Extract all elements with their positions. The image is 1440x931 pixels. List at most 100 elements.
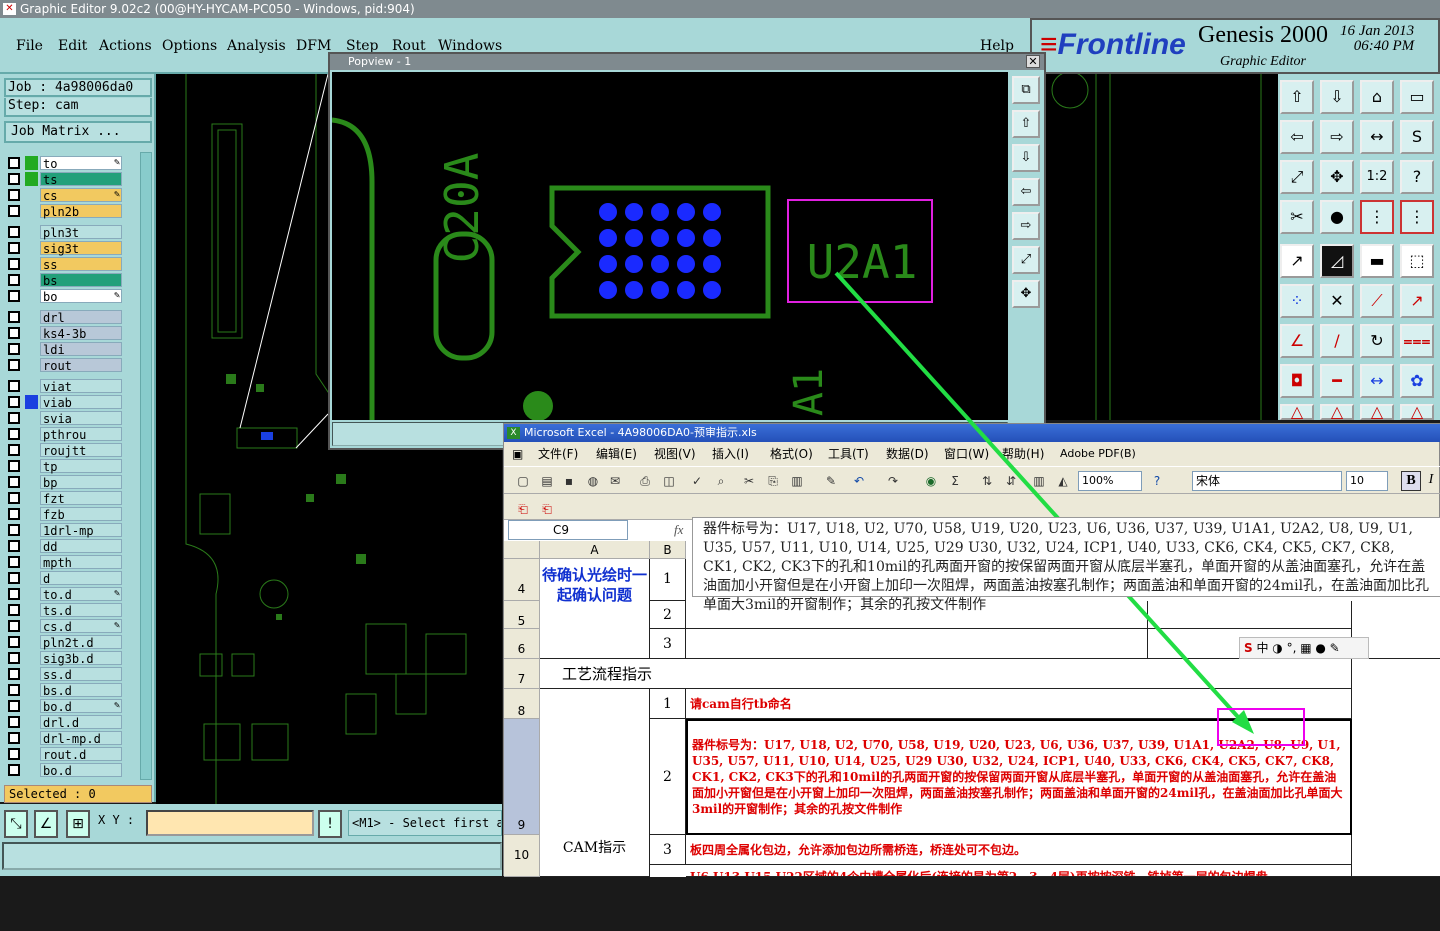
layer-name[interactable]: dd bbox=[40, 539, 122, 554]
layer-row[interactable]: dd bbox=[8, 539, 122, 554]
layer-checkbox[interactable] bbox=[8, 173, 20, 185]
layer-name[interactable]: bo bbox=[40, 289, 122, 304]
layer-checkbox[interactable] bbox=[8, 508, 20, 520]
layer-color-swatch[interactable] bbox=[25, 683, 38, 697]
layer-row[interactable]: sig3t bbox=[8, 241, 122, 256]
cut-icon[interactable]: ✂ bbox=[740, 472, 758, 490]
layer-name[interactable]: ss.d bbox=[40, 667, 122, 682]
layer-color-swatch[interactable] bbox=[25, 326, 38, 340]
layer-color-swatch[interactable] bbox=[25, 667, 38, 681]
angle-icon[interactable]: ∠ bbox=[1280, 324, 1314, 358]
layer-checkbox[interactable] bbox=[8, 620, 20, 632]
layer-row[interactable]: bo ✎ bbox=[8, 289, 122, 304]
layer-name[interactable]: ts bbox=[40, 172, 122, 187]
move-left-tool-icon[interactable]: ⇦ bbox=[1280, 120, 1314, 154]
rotate-icon[interactable]: ↻ bbox=[1360, 324, 1394, 358]
layer-row[interactable]: sig3b.d bbox=[8, 651, 122, 666]
layer-name[interactable]: rout bbox=[40, 358, 122, 373]
layer-color-swatch[interactable] bbox=[25, 699, 38, 713]
layer-name[interactable]: sig3t bbox=[40, 241, 122, 256]
layer-color-swatch[interactable] bbox=[25, 289, 38, 303]
layer-row[interactable]: viat bbox=[8, 379, 122, 394]
line-icon[interactable]: ⟋ bbox=[1360, 284, 1394, 318]
layer-name[interactable]: drl-mp.d bbox=[40, 731, 122, 746]
layer-name[interactable]: fzb bbox=[40, 507, 122, 522]
home-tool-icon[interactable]: ⌂ bbox=[1360, 80, 1394, 114]
layer-checkbox[interactable] bbox=[8, 205, 20, 217]
menu-actions[interactable]: Actions bbox=[99, 38, 152, 54]
layer-row[interactable]: cs ✎ bbox=[8, 188, 122, 203]
layer-row[interactable]: mpth bbox=[8, 555, 122, 570]
layer-checkbox[interactable] bbox=[8, 748, 20, 760]
font-name-select[interactable]: 宋体 bbox=[1192, 471, 1342, 491]
popview-down-icon[interactable]: ⇩ bbox=[1012, 144, 1040, 172]
cell-b6[interactable]: 3 bbox=[650, 629, 686, 659]
layer-checkbox[interactable] bbox=[8, 556, 20, 568]
open-icon[interactable]: ▤ bbox=[538, 472, 556, 490]
layer-checkbox[interactable] bbox=[8, 732, 20, 744]
layer-color-swatch[interactable] bbox=[25, 156, 38, 170]
layer-color-swatch[interactable] bbox=[25, 747, 38, 761]
layer-checkbox[interactable] bbox=[8, 668, 20, 680]
layer-name[interactable]: to.d bbox=[40, 587, 122, 602]
zoom-area-icon[interactable]: ⤡ bbox=[4, 810, 28, 838]
fit-tool-icon[interactable]: ⤢ bbox=[1280, 160, 1314, 194]
layer-color-swatch[interactable] bbox=[25, 358, 38, 372]
layer-checkbox[interactable] bbox=[8, 524, 20, 536]
close-icon[interactable]: ✕ bbox=[1026, 55, 1040, 68]
cell-c10[interactable]: 板四周全属化包边，允许添加包边所需桥连，桥连处可不包边。 bbox=[686, 835, 1352, 865]
layer-checkbox[interactable] bbox=[8, 700, 20, 712]
layer-checkbox[interactable] bbox=[8, 428, 20, 440]
menu-dfm[interactable]: DFM bbox=[296, 38, 331, 54]
triangle3-icon[interactable]: △ bbox=[1360, 404, 1394, 420]
cell-b8[interactable]: 1 bbox=[650, 689, 686, 719]
layer-color-swatch[interactable] bbox=[25, 310, 38, 324]
layer-checkbox[interactable] bbox=[8, 359, 20, 371]
excel-menu-format[interactable]: 格式(O) bbox=[770, 443, 813, 465]
layer-row[interactable]: pln2b bbox=[8, 204, 122, 219]
layer-checkbox[interactable] bbox=[8, 636, 20, 648]
layer-row[interactable]: bo.d bbox=[8, 763, 122, 778]
excel-menu-data[interactable]: 数据(D) bbox=[886, 443, 929, 465]
layer-color-swatch[interactable] bbox=[25, 395, 38, 409]
pdf-convert-icon[interactable]: ⎗ bbox=[514, 500, 532, 518]
popview-fit-icon[interactable]: ⤢ bbox=[1012, 246, 1040, 274]
layer-name[interactable]: sig3b.d bbox=[40, 651, 122, 666]
cell-b9[interactable]: 2 bbox=[650, 719, 686, 835]
ruler-icon[interactable]: ▬ bbox=[1360, 244, 1394, 278]
layer-checkbox[interactable] bbox=[8, 396, 20, 408]
name-box[interactable]: C9 bbox=[508, 520, 628, 540]
layer-row[interactable]: d bbox=[8, 571, 122, 586]
popview-canvas[interactable]: C20A U2A1 A1 bbox=[331, 72, 1008, 421]
popview-center-icon[interactable]: ✥ bbox=[1012, 280, 1040, 308]
net-tool-icon[interactable]: ⋮ bbox=[1360, 200, 1394, 234]
layer-checkbox[interactable] bbox=[8, 274, 20, 286]
excel-menu-view[interactable]: 视图(V) bbox=[654, 443, 696, 465]
layer-color-swatch[interactable] bbox=[25, 172, 38, 186]
group-icon[interactable]: ✿ bbox=[1400, 364, 1434, 398]
layer-name[interactable]: viat bbox=[40, 379, 122, 394]
layer-row[interactable]: pln3t bbox=[8, 225, 122, 240]
layer-color-swatch[interactable] bbox=[25, 427, 38, 441]
layer-checkbox[interactable] bbox=[8, 444, 20, 456]
net2-tool-icon[interactable]: ⋮ bbox=[1400, 200, 1434, 234]
row-header-8[interactable]: 8 bbox=[504, 689, 540, 719]
layer-row[interactable]: ks4-3b bbox=[8, 326, 122, 341]
slash-icon[interactable]: / bbox=[1320, 324, 1354, 358]
row-header-10[interactable]: 10 bbox=[504, 835, 540, 877]
layer-color-swatch[interactable] bbox=[25, 204, 38, 218]
graphics-canvas-right[interactable] bbox=[1046, 71, 1278, 420]
layer-row[interactable]: pln2t.d bbox=[8, 635, 122, 650]
bold-button[interactable]: B bbox=[1401, 471, 1421, 491]
layer-name[interactable]: bp bbox=[40, 475, 122, 490]
cell-d5[interactable] bbox=[1148, 601, 1352, 629]
flip-tool-icon[interactable]: ↔ bbox=[1360, 120, 1394, 154]
cell-b4[interactable]: 1 bbox=[650, 559, 686, 601]
paste-icon[interactable]: ▥ bbox=[788, 472, 806, 490]
layer-name[interactable]: pln2t.d bbox=[40, 635, 122, 650]
layer-row[interactable]: cs.d ✎ bbox=[8, 619, 122, 634]
layer-row[interactable]: rout.d bbox=[8, 747, 122, 762]
layer-color-swatch[interactable] bbox=[25, 539, 38, 553]
layer-color-swatch[interactable] bbox=[25, 411, 38, 425]
layer-name[interactable]: cs.d bbox=[40, 619, 122, 634]
